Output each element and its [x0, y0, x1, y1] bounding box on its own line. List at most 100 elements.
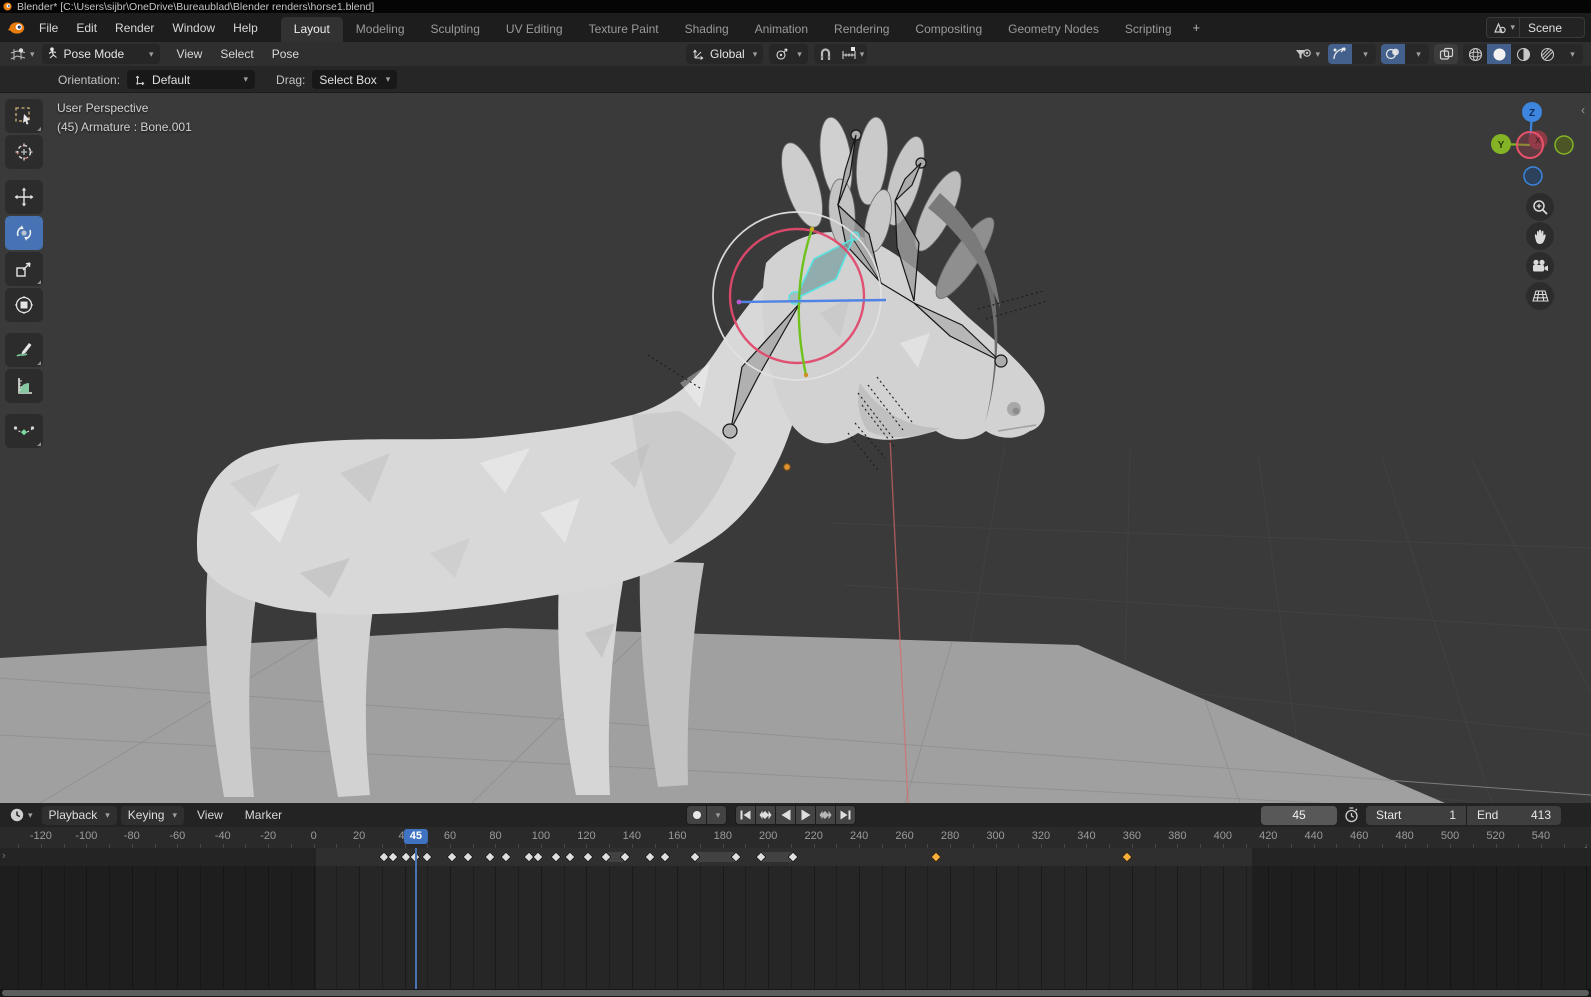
timeline-tracks[interactable]: ›: [0, 848, 1591, 989]
scene-selector[interactable]: ▾ Scene: [1486, 17, 1585, 38]
timeline-menu-playback[interactable]: Playback▾: [42, 806, 117, 825]
shading-solid-button[interactable]: [1487, 44, 1511, 64]
tab-sculpting[interactable]: Sculpting: [418, 17, 493, 42]
auto-keying-button[interactable]: [687, 806, 706, 824]
timeline-menu-keying[interactable]: Keying▾: [121, 806, 184, 825]
visibility-filter-button[interactable]: ▾: [1292, 44, 1323, 64]
timeline-menu-marker[interactable]: Marker: [236, 805, 291, 825]
tool-annotate[interactable]: [5, 333, 43, 367]
keyframe-diamond[interactable]: [421, 851, 432, 862]
playhead-line[interactable]: [415, 848, 417, 989]
keyframe-diamond[interactable]: [582, 851, 593, 862]
axis-z-neg-ball[interactable]: [1524, 167, 1542, 185]
menu-window[interactable]: Window: [163, 18, 224, 38]
current-frame-indicator[interactable]: 45: [404, 829, 428, 844]
pan-button[interactable]: [1526, 222, 1554, 250]
viewport-menu-pose[interactable]: Pose: [263, 44, 308, 64]
snap-toggle-button[interactable]: [814, 44, 838, 64]
tool-scale[interactable]: [5, 252, 43, 286]
keyframe-diamond[interactable]: [501, 851, 512, 862]
end-frame-field[interactable]: End 413: [1467, 806, 1561, 825]
jump-to-start-button[interactable]: [736, 806, 755, 824]
tool-select-box[interactable]: [5, 99, 43, 133]
keyframe-diamond[interactable]: [644, 851, 655, 862]
overlays-dropdown[interactable]: ▾: [1405, 44, 1429, 64]
tab-uv-editing[interactable]: UV Editing: [493, 17, 576, 42]
tab-compositing[interactable]: Compositing: [902, 17, 995, 42]
horizontal-scrollbar[interactable]: [2, 990, 1589, 996]
timeline-gridline: [655, 866, 656, 989]
tool-measure[interactable]: [5, 369, 43, 403]
tool-move[interactable]: [5, 180, 43, 214]
menu-render[interactable]: Render: [106, 18, 163, 38]
toggle-ortho-button[interactable]: [1526, 282, 1554, 310]
keyframe-diamond[interactable]: [446, 851, 457, 862]
timeline-gridline: [564, 866, 565, 989]
navigation-gizmo[interactable]: X Z Y: [1490, 95, 1578, 189]
axis-x-front-ball[interactable]: [1517, 132, 1543, 158]
drag-dropdown[interactable]: Select Box ▾: [312, 70, 397, 89]
keyframe-diamond[interactable]: [564, 851, 575, 862]
keyframe-diamond[interactable]: [532, 851, 543, 862]
keyframe-diamond[interactable]: [387, 851, 398, 862]
tool-rotate[interactable]: [5, 216, 43, 250]
show-overlays-button[interactable]: [1381, 44, 1405, 64]
mode-selector[interactable]: Pose Mode ▾: [42, 44, 160, 64]
tab-shading[interactable]: Shading: [672, 17, 742, 42]
prev-keyframe-button[interactable]: [756, 806, 775, 824]
axis-y-neg-ball[interactable]: [1555, 136, 1573, 154]
editor-type-selector[interactable]: ▾: [6, 44, 38, 64]
shading-wireframe-button[interactable]: [1463, 44, 1487, 64]
viewport-menu-view[interactable]: View: [168, 44, 212, 64]
tool-transform[interactable]: [5, 288, 43, 322]
tab-layout[interactable]: Layout: [281, 17, 343, 42]
pivot-point-selector[interactable]: ▾: [769, 44, 808, 64]
keyframe-diamond[interactable]: [462, 851, 473, 862]
tab-rendering[interactable]: Rendering: [821, 17, 902, 42]
shading-material-button[interactable]: [1511, 44, 1535, 64]
orientation-dropdown[interactable]: Default ▾: [127, 70, 255, 89]
viewport-3d[interactable]: User Perspective (45) Armature : Bone.00…: [0, 93, 1591, 803]
shading-rendered-button[interactable]: [1535, 44, 1559, 64]
tab-animation[interactable]: Animation: [742, 17, 821, 42]
play-button[interactable]: [796, 806, 815, 824]
menu-file[interactable]: File: [30, 18, 67, 38]
timeline-menu-view[interactable]: View: [188, 805, 232, 825]
tab-scripting[interactable]: Scripting: [1112, 17, 1185, 42]
blender-menu-icon[interactable]: [6, 21, 26, 35]
collapse-timeline-icon[interactable]: ‹: [1583, 842, 1587, 848]
shading-dropdown[interactable]: ▾: [1559, 44, 1583, 64]
jump-to-end-button[interactable]: [836, 806, 855, 824]
timeline-ruler[interactable]: ‹ -120-100-80-60-40-20020406080100120140…: [0, 827, 1591, 848]
keyframe-diamond-selected[interactable]: [1121, 851, 1132, 862]
keyframe-diamond[interactable]: [485, 851, 496, 862]
add-workspace-button[interactable]: +: [1185, 15, 1209, 41]
menu-edit[interactable]: Edit: [67, 18, 106, 38]
tool-cursor[interactable]: [5, 135, 43, 169]
current-frame-field[interactable]: 45: [1261, 806, 1337, 825]
tab-texture-paint[interactable]: Texture Paint: [576, 17, 672, 42]
auto-keying-dropdown[interactable]: ▾: [707, 806, 726, 824]
ruler-tick-460: 460: [1350, 830, 1368, 842]
gizmo-dropdown[interactable]: ▾: [1352, 44, 1376, 64]
zoom-button[interactable]: [1526, 193, 1554, 221]
snap-target-selector[interactable]: ▾: [838, 44, 868, 64]
play-reverse-button[interactable]: [776, 806, 795, 824]
next-keyframe-button[interactable]: [816, 806, 835, 824]
timeline-editor-selector[interactable]: ▾: [6, 805, 36, 825]
start-frame-field[interactable]: Start 1: [1366, 806, 1466, 825]
menu-help[interactable]: Help: [224, 18, 267, 38]
tab-geometry-nodes[interactable]: Geometry Nodes: [995, 17, 1112, 42]
tool-pose-breakdowner[interactable]: [5, 414, 43, 448]
xray-toggle-button[interactable]: [1434, 44, 1458, 64]
collapse-sidebar-icon[interactable]: ‹: [1581, 103, 1585, 117]
show-gizmo-button[interactable]: [1328, 44, 1352, 64]
keyframe-diamond[interactable]: [660, 851, 671, 862]
use-preview-range-button[interactable]: [1344, 807, 1359, 823]
keyframe-diamond[interactable]: [551, 851, 562, 862]
viewport-menu-select[interactable]: Select: [211, 44, 262, 64]
transform-orientation-selector[interactable]: Global ▾: [686, 44, 763, 64]
camera-view-button[interactable]: [1526, 252, 1554, 280]
keyframe-diamond-selected[interactable]: [930, 851, 941, 862]
tab-modeling[interactable]: Modeling: [343, 17, 418, 42]
